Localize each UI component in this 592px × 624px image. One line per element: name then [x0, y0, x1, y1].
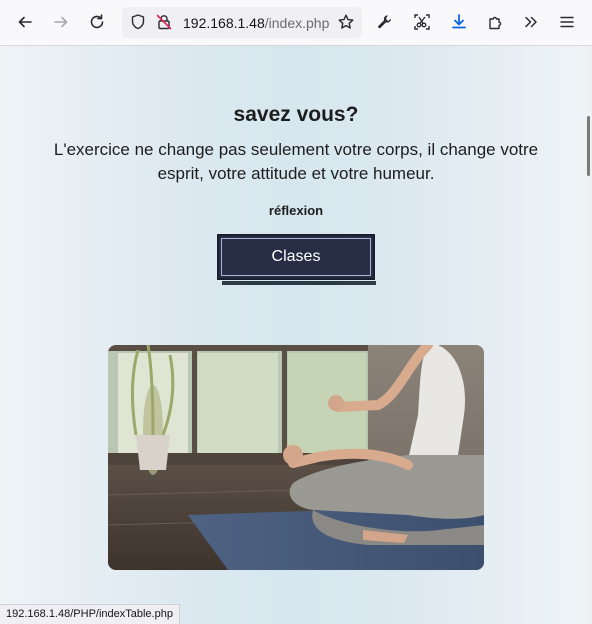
- motivation-quote: L'exercice ne change pas seulement votre…: [53, 140, 539, 183]
- link-status-bar: 192.168.1.48/PHP/indexTable.php: [0, 604, 180, 624]
- menu-icon: [560, 16, 574, 28]
- reflexion-label: réflexion: [268, 203, 324, 218]
- extensions-icon: [489, 16, 502, 30]
- page-content: savez vous? L'exercice ne change pas seu…: [0, 46, 585, 624]
- yoga-photo: [108, 345, 484, 570]
- screenshot-button[interactable]: [407, 7, 437, 37]
- clases-button[interactable]: Clases: [217, 234, 375, 280]
- downloads-button[interactable]: [444, 7, 474, 37]
- reload-button[interactable]: [82, 7, 112, 37]
- wrench-icon: [378, 15, 392, 29]
- reload-icon: [90, 14, 104, 29]
- bookmark-star-icon[interactable]: [337, 13, 355, 31]
- overflow-chevrons-icon: [525, 16, 537, 28]
- scrollbar-thumb[interactable]: [587, 116, 590, 176]
- insecure-lock-icon[interactable]: [155, 13, 173, 31]
- extensions-button[interactable]: [481, 7, 511, 37]
- page-headline: savez vous?: [233, 103, 359, 126]
- overflow-menu-button[interactable]: [516, 7, 546, 37]
- back-icon: [18, 16, 32, 28]
- forward-icon: [54, 16, 68, 28]
- url-host: 192.168.1.48: [183, 15, 265, 31]
- yoga-meditation-image: [108, 345, 484, 570]
- url-text[interactable]: 192.168.1.48/index.php: [183, 15, 329, 31]
- page-scrollbar[interactable]: [585, 46, 592, 624]
- browser-toolbar: 192.168.1.48/index.php: [0, 0, 592, 46]
- button-shadow: [222, 281, 376, 285]
- url-bar[interactable]: 192.168.1.48/index.php: [122, 7, 362, 38]
- url-path: /index.php: [264, 15, 330, 31]
- app-menu-button[interactable]: [552, 7, 582, 37]
- back-button[interactable]: [10, 7, 40, 37]
- devtools-button[interactable]: [370, 7, 400, 37]
- download-icon: [452, 14, 466, 29]
- screenshot-icon: [414, 14, 430, 30]
- forward-button[interactable]: [46, 7, 76, 37]
- shield-icon[interactable]: [129, 13, 147, 31]
